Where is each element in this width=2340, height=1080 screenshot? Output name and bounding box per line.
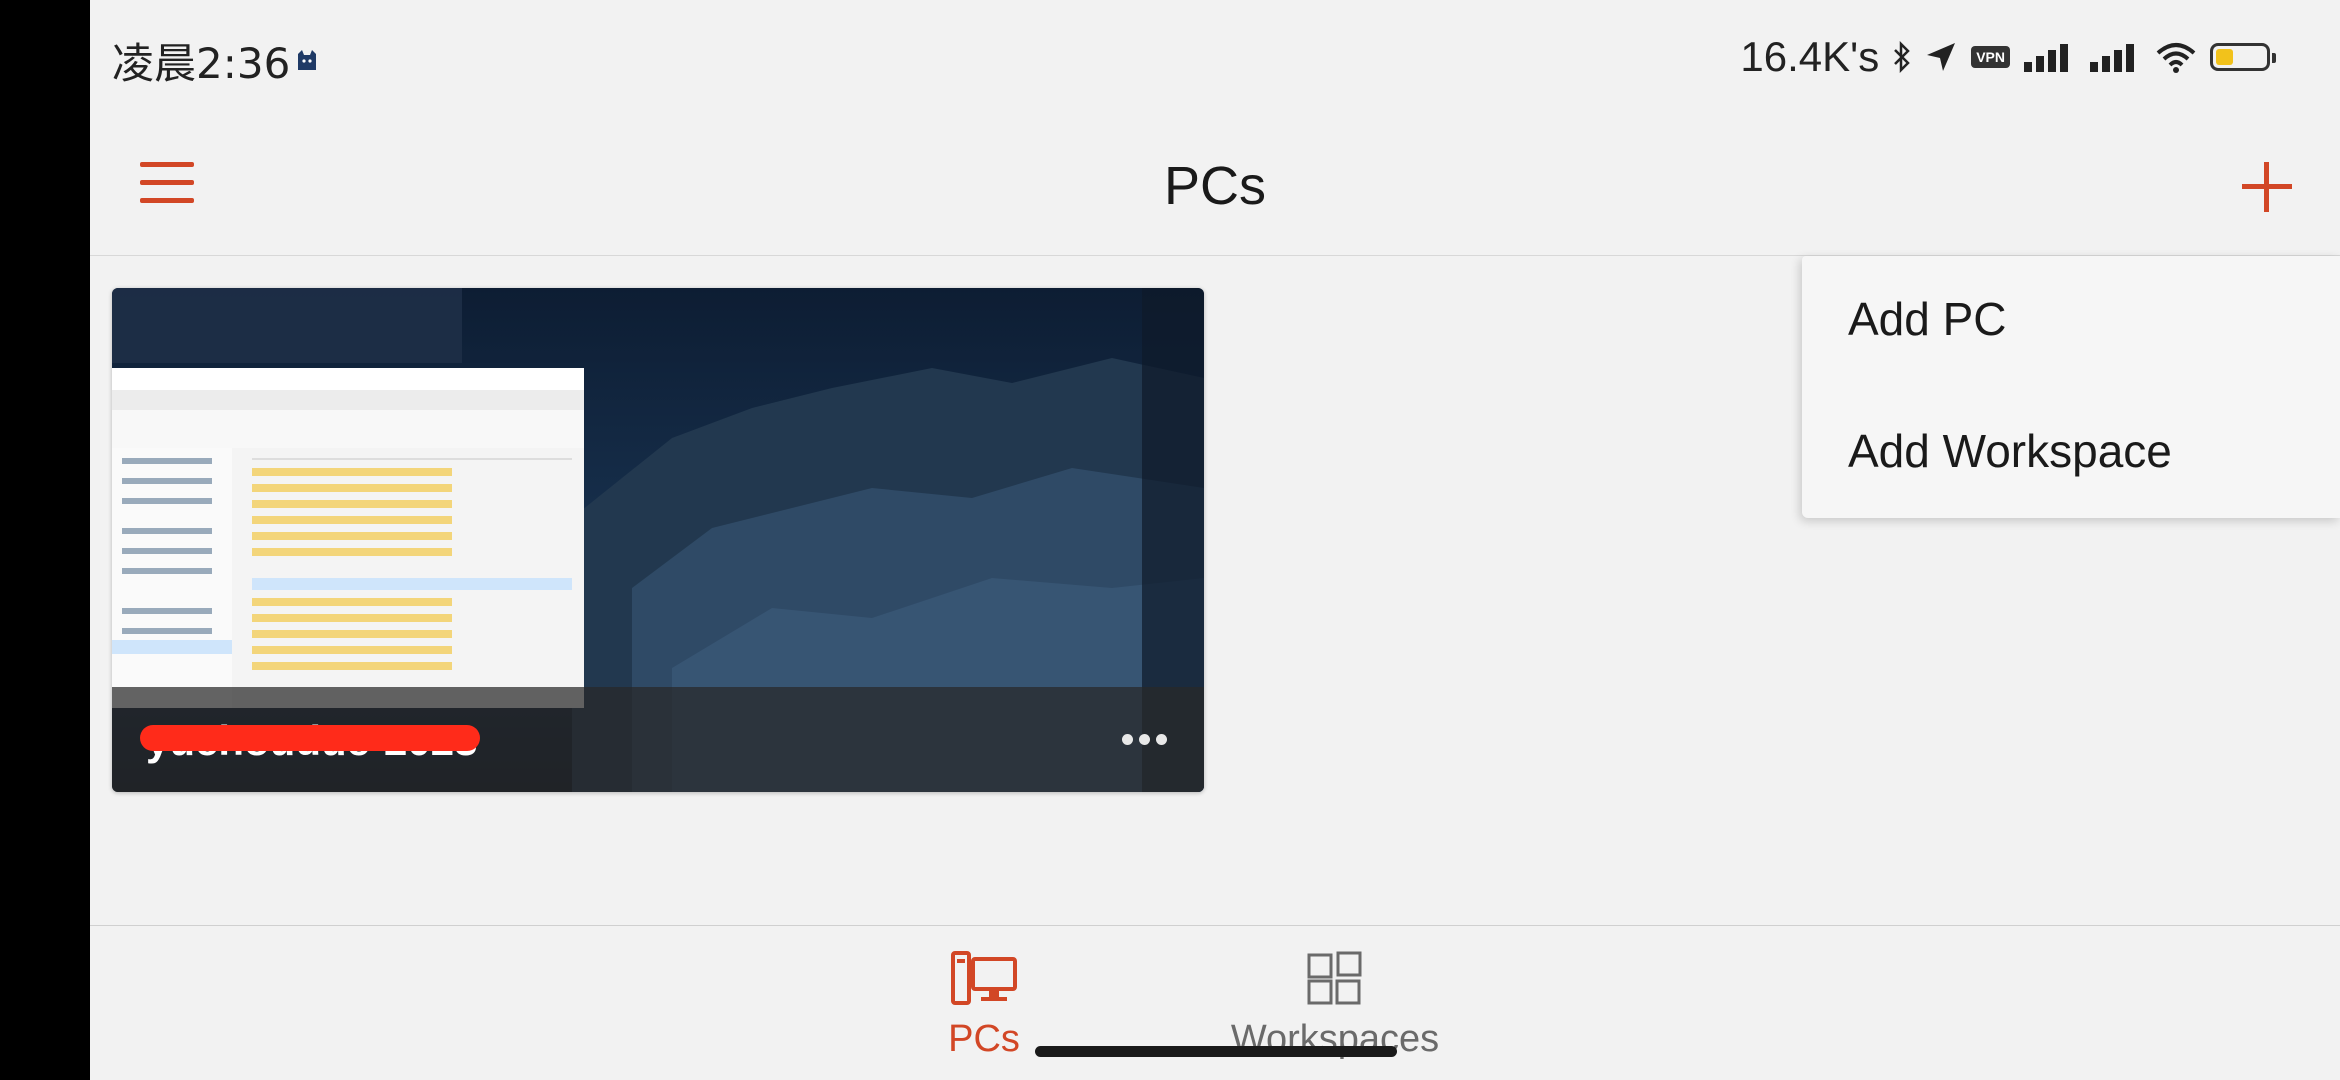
home-indicator[interactable]	[1035, 1046, 1397, 1057]
signal-icon-sim1	[2024, 44, 2068, 72]
add-pc-menu-item[interactable]: Add PC	[1848, 292, 2007, 346]
wifi-icon	[2156, 43, 2196, 73]
status-bar: 凌晨2:36 16.4K's VPN	[90, 0, 2340, 110]
location-arrow-icon	[1927, 43, 1956, 71]
add-dropdown-menu: Add PC Add Workspace	[1802, 256, 2340, 518]
top-nav-bar: PCs	[90, 110, 2340, 256]
bluetooth-icon	[1894, 41, 1910, 73]
status-indicators: 16.4K's VPN	[1740, 32, 2276, 82]
add-workspace-menu-item[interactable]: Add Workspace	[1848, 424, 2172, 478]
pc-more-button[interactable]	[1122, 729, 1172, 749]
cat-notification-icon	[298, 50, 316, 70]
battery-level-fill	[2216, 49, 2233, 65]
workspaces-grid-icon	[1307, 951, 1362, 1005]
pc-card[interactable]: yuchoudue-2023	[112, 288, 1204, 792]
vpn-badge: VPN	[1971, 46, 2010, 68]
app-root: 凌晨2:36 16.4K's VPN PCs Add PC Add Worksp…	[90, 0, 2340, 1080]
battery-icon	[2210, 43, 2276, 71]
name-redaction-mark	[140, 725, 480, 751]
pc-monitor-icon	[951, 951, 1017, 1005]
more-dots-icon	[1122, 733, 1133, 745]
page-title: PCs	[1163, 156, 1266, 216]
network-speed: 16.4K's	[1740, 33, 1880, 80]
add-plus-button[interactable]	[2242, 162, 2292, 212]
status-time: 凌晨2:36	[112, 39, 291, 88]
pc-card-footer: yuchoudue-2023	[112, 687, 1204, 792]
signal-icon-sim2	[2090, 44, 2134, 72]
